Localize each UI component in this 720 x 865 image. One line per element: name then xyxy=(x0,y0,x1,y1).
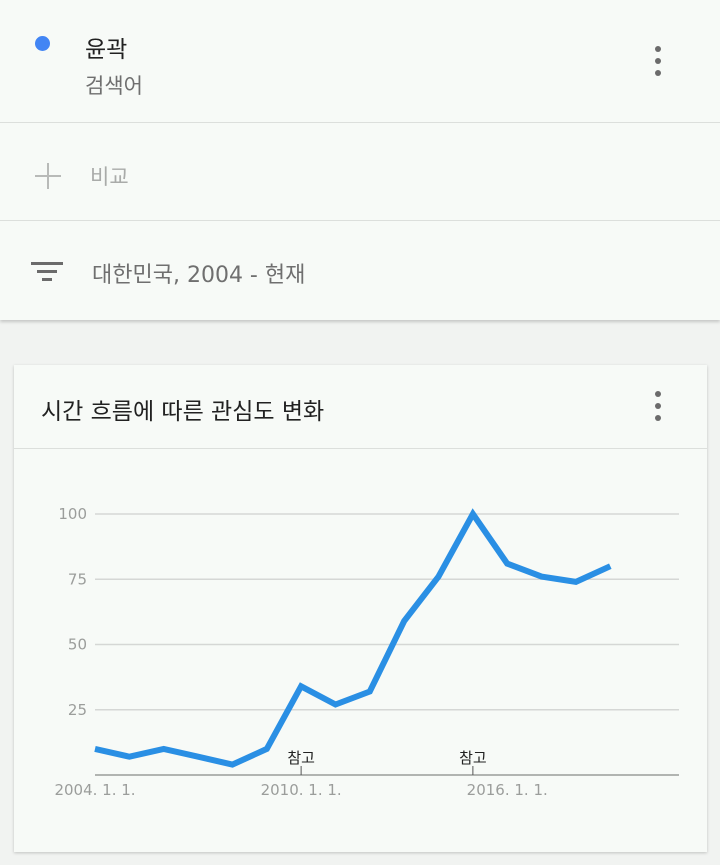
y-tick-label: 75 xyxy=(68,570,87,588)
x-tick-label: 2004. 1. 1. xyxy=(54,781,135,799)
compare-row[interactable]: 비교 xyxy=(0,123,720,221)
interest-over-time-card: 시간 흐름에 따른 관심도 변화 25 50 75 100 2004. 1. 1. 201… xyxy=(14,365,707,852)
chart-title: 시간 흐름에 따른 관심도 변화 xyxy=(41,399,325,425)
term-color-dot xyxy=(35,36,50,51)
more-vert-icon[interactable] xyxy=(646,44,670,78)
y-tick-label: 100 xyxy=(58,505,87,523)
series-line[interactable] xyxy=(94,508,612,768)
y-tick-label: 25 xyxy=(68,701,87,719)
x-tick-label: 2016. 1. 1. xyxy=(467,781,548,799)
chart-header: 시간 흐름에 따른 관심도 변화 xyxy=(14,365,707,449)
compare-label: 비교 xyxy=(90,165,129,189)
filter-row[interactable]: 대한민국, 2004 - 현재 xyxy=(0,221,720,320)
annotation-label[interactable]: 참고 xyxy=(459,749,487,767)
filter-summary[interactable]: 대한민국, 2004 - 현재 xyxy=(92,257,305,289)
annotation-label[interactable]: 참고 xyxy=(287,749,315,767)
x-tick-label: 2010. 1. 1. xyxy=(261,781,342,799)
search-term-row[interactable]: 윤곽 검색어 xyxy=(0,0,720,123)
y-tick-label: 50 xyxy=(68,636,87,654)
search-term-type: 검색어 xyxy=(85,74,143,98)
interest-line-chart[interactable]: 25 50 75 100 2004. 1. 1. 2010. 1. 1. 2016. 1. … xyxy=(14,449,707,851)
filter-list-icon[interactable] xyxy=(31,261,63,283)
search-settings-card: 윤곽 검색어 비교 대한민국, 2004 - 현재 xyxy=(0,0,720,320)
search-term-name: 윤곽 xyxy=(85,37,128,63)
more-vert-icon[interactable] xyxy=(646,389,670,423)
plus-icon[interactable] xyxy=(35,163,61,189)
